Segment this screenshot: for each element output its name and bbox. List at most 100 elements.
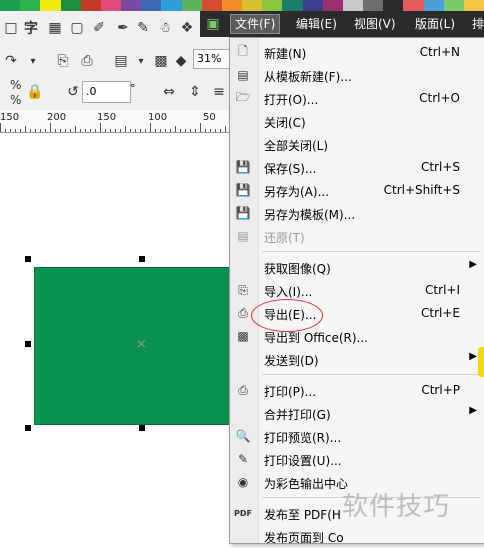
- green-rectangle[interactable]: [34, 267, 232, 425]
- menu-view[interactable]: 视图(V): [350, 15, 400, 33]
- selection-handle[interactable]: [25, 425, 31, 431]
- menu-item-label: 另存为(A)...: [264, 185, 330, 199]
- selection-handle[interactable]: [139, 256, 145, 262]
- eyedropper-icon[interactable]: ✒: [112, 17, 134, 39]
- color-swatch[interactable]: [342, 0, 364, 11]
- export-highlight-circle: [251, 299, 323, 332]
- color-swatch[interactable]: [443, 0, 464, 11]
- zoom-level-input[interactable]: 31%: [193, 49, 230, 69]
- menu-item-import[interactable]: ⎘ 导入(I)... Ctrl+I: [230, 279, 484, 302]
- shape-tool-icon[interactable]: ▢: [66, 17, 88, 39]
- color-swatch[interactable]: [20, 0, 41, 11]
- save-as-icon: 💾: [235, 183, 251, 197]
- launcher-dropdown-icon[interactable]: ▾: [130, 50, 152, 72]
- color-swatch[interactable]: [221, 0, 243, 11]
- selection-handle[interactable]: [25, 341, 31, 347]
- horizontal-ruler[interactable]: 150 200 150 100 50: [0, 110, 231, 133]
- redo-icon[interactable]: ↷: [0, 50, 22, 72]
- color-palette[interactable]: [0, 0, 484, 11]
- color-swatch[interactable]: [161, 0, 182, 11]
- menu-item-send-to[interactable]: 发送到(D) ▶: [230, 348, 484, 371]
- color-swatch[interactable]: [40, 0, 61, 11]
- menu-item-shortcut: Ctrl+N: [419, 45, 460, 59]
- color-swatch[interactable]: [363, 0, 384, 11]
- ruler-label: 100: [148, 112, 168, 123]
- selection-handle[interactable]: [139, 425, 145, 431]
- menu-item-publish-page[interactable]: 发布页面到 Co: [230, 525, 484, 548]
- ruler-tick: [15, 129, 16, 132]
- ruler-tick: [220, 129, 221, 132]
- standard-toolbar: □ 字 ▦ ▢ ✐ ✒ ✎ ☃ ❖: [0, 11, 230, 45]
- menu-item-save[interactable]: 💾 保存(S)... Ctrl+S: [230, 156, 484, 179]
- text-format-icon[interactable]: □: [0, 17, 22, 39]
- menu-item-close-all[interactable]: 全部关闭(L): [230, 133, 484, 156]
- color-swatch[interactable]: [100, 0, 122, 11]
- application-launcher-icon[interactable]: ▤: [110, 50, 132, 72]
- color-swatch[interactable]: [181, 0, 202, 11]
- menu-item-print-merge[interactable]: 合并打印(G) ▶: [230, 402, 484, 425]
- ruler-label: 150: [0, 112, 20, 123]
- menu-item-new[interactable]: 🗋 新建(N) Ctrl+N: [230, 41, 484, 64]
- color-swatch[interactable]: [60, 0, 81, 11]
- menu-item-print-preview[interactable]: 🔍 打印预览(R)...: [230, 425, 484, 448]
- color-swatch[interactable]: [242, 0, 263, 11]
- color-swatch[interactable]: [282, 0, 303, 11]
- color-swatch[interactable]: [322, 0, 343, 11]
- lock-ratio-icon[interactable]: 🔒: [24, 81, 46, 103]
- ruler-tick: [135, 129, 136, 132]
- ruler-tick: [30, 129, 31, 132]
- interactive-fill-icon[interactable]: ❖: [176, 17, 198, 39]
- color-swatch[interactable]: [141, 0, 162, 11]
- text-tool-button[interactable]: 字: [20, 17, 42, 39]
- submenu-arrow-icon: ▶: [469, 405, 477, 416]
- pen-tool-icon[interactable]: ✐: [88, 17, 110, 39]
- menu-item-label: 打印设置(U)...: [264, 454, 342, 468]
- menu-item-new-from-template[interactable]: ▤ 从模板新建(F)...: [230, 64, 484, 87]
- ruler-tick: [115, 129, 116, 132]
- menu-item-label: 打开(O)...: [264, 93, 319, 107]
- ruler-tick: [95, 129, 96, 132]
- menu-arrange[interactable]: 排: [468, 15, 484, 33]
- color-swatch[interactable]: [262, 0, 283, 11]
- align-icon[interactable]: ≡: [208, 81, 230, 103]
- menu-file[interactable]: 文件(F): [230, 14, 281, 34]
- pdf-icon: PDF: [234, 508, 252, 518]
- fill-bucket-icon[interactable]: ☃: [154, 17, 176, 39]
- menu-item-print[interactable]: ⎙ 打印(P)... Ctrl+P: [230, 379, 484, 402]
- table-icon[interactable]: ▦: [44, 17, 66, 39]
- revert-icon: ▤: [237, 229, 249, 243]
- color-swatch[interactable]: [80, 0, 101, 11]
- menu-edit[interactable]: 编辑(E): [292, 15, 341, 33]
- import-toolbar-icon[interactable]: ⎘: [52, 50, 74, 72]
- selection-handle[interactable]: [25, 256, 31, 262]
- color-swatch[interactable]: [463, 0, 484, 11]
- color-swatch[interactable]: [423, 0, 444, 11]
- color-swatch[interactable]: [383, 0, 404, 11]
- watermark-text: 软件技巧: [342, 492, 451, 522]
- menu-item-print-setup[interactable]: ✎ 打印设置(U)...: [230, 448, 484, 471]
- dropdown-arrow-icon[interactable]: ▾: [22, 50, 44, 72]
- menu-item-label: 打印预览(R)...: [264, 431, 342, 445]
- menu-item-save-as-template[interactable]: 💾 另存为模板(M)...: [230, 202, 484, 225]
- menu-item-close[interactable]: 关闭(C): [230, 110, 484, 133]
- rotation-angle-input[interactable]: .0: [82, 81, 131, 103]
- welcome-screen-icon[interactable]: ▩: [150, 50, 172, 72]
- menu-item-open[interactable]: 🗁 打开(O)... Ctrl+O: [230, 87, 484, 110]
- close-doc-icon: [235, 113, 251, 129]
- mirror-vertical-icon[interactable]: ⇕: [184, 81, 206, 103]
- color-swatch[interactable]: [403, 0, 424, 11]
- mirror-horizontal-icon[interactable]: ⇔: [158, 81, 180, 103]
- menu-item-revert[interactable]: ▤ 还原(T): [230, 225, 484, 248]
- outline-pen-icon[interactable]: ✎: [132, 17, 154, 39]
- color-swatch[interactable]: [302, 0, 323, 11]
- menu-item-acquire-image[interactable]: 获取图像(Q) ▶: [230, 256, 484, 279]
- color-output-icon: ◉: [237, 475, 249, 489]
- color-swatch[interactable]: [0, 0, 21, 11]
- color-swatch[interactable]: [121, 0, 142, 11]
- menu-item-save-as[interactable]: 💾 另存为(A)... Ctrl+Shift+S: [230, 179, 484, 202]
- print-preview-icon: 🔍: [235, 429, 251, 443]
- corel-online-icon[interactable]: ◆: [170, 50, 192, 72]
- color-swatch[interactable]: [201, 0, 222, 11]
- export-toolbar-icon[interactable]: ⎙: [76, 50, 98, 72]
- menu-layout[interactable]: 版面(L): [411, 15, 459, 33]
